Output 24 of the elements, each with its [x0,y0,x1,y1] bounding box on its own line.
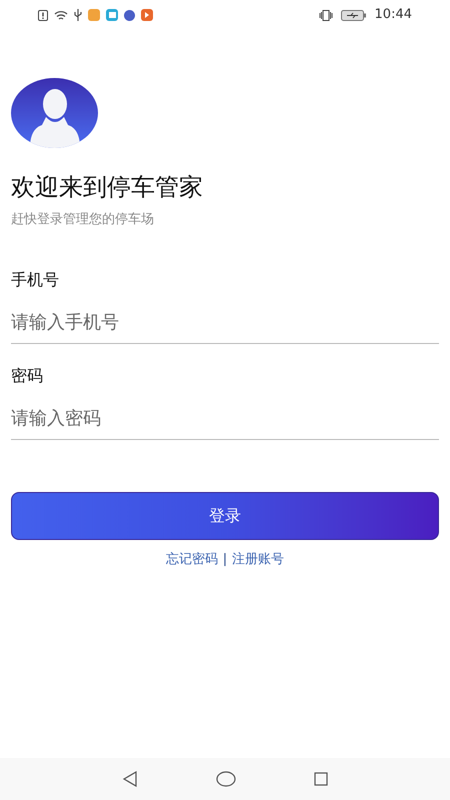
app-icon [141,9,153,21]
person-silhouette-icon [30,87,80,148]
text-link[interactable]: 注册账号 [232,550,284,569]
input-field[interactable]: 请输入手机号 [11,302,439,344]
app-icon [88,9,100,21]
input-field[interactable]: 请输入密码 [11,398,439,440]
battery-icon [340,10,367,20]
home-icon[interactable] [216,771,236,787]
notification-icon [38,10,48,20]
usb-icon [74,9,82,21]
subtitle: 赶快登录管理您的停车场 [11,211,155,229]
vibrate-icon [318,10,333,20]
clock-time: 10:44 [374,6,412,24]
field-label: 密码 [11,364,44,386]
recents-icon[interactable] [314,772,328,786]
login-button[interactable]: 登录 [11,492,439,540]
back-icon[interactable] [122,771,138,787]
app-icon [124,10,135,20]
text-link[interactable]: 忘记密码 [166,550,218,569]
link-separator: | [222,550,228,568]
welcome-title: 欢迎来到停车管家 [11,172,204,202]
field-label: 手机号 [11,268,60,290]
wifi-icon [54,10,68,20]
app-icon [106,9,118,21]
